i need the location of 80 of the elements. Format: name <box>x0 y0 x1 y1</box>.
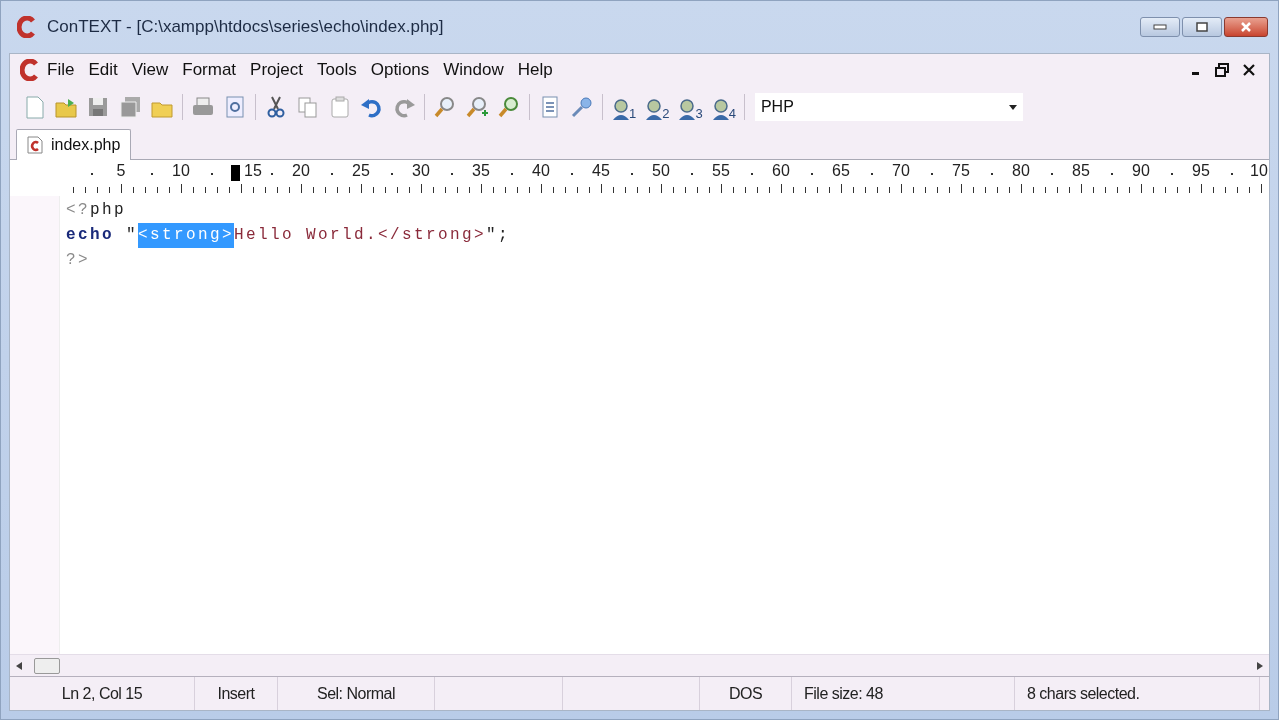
file-tab[interactable]: index.php <box>16 129 132 160</box>
status-text: File size: 48 <box>804 683 883 704</box>
code-token: <? <box>66 200 90 221</box>
user-button[interactable]: 1 <box>611 94 637 120</box>
status-text: DOS <box>728 683 763 704</box>
user-icon <box>611 98 629 120</box>
ruler-number: 20 <box>292 163 310 179</box>
language-dropdown[interactable]: PHP <box>754 93 1023 121</box>
ruler-number: 40 <box>532 163 550 179</box>
dropdown-arrow-icon <box>1008 104 1017 110</box>
user-button[interactable]: 2 <box>644 94 670 120</box>
replace-icon[interactable] <box>497 95 521 119</box>
pin-icon[interactable] <box>570 95 594 119</box>
user-icon <box>677 98 696 120</box>
restore-button[interactable] <box>1182 17 1222 37</box>
minimize-button[interactable] <box>1140 17 1180 37</box>
menu-item[interactable]: Format <box>175 55 244 85</box>
ruler-number: 10 <box>172 163 190 179</box>
code-token: Hello World.</strong> <box>234 225 487 246</box>
scroll-left-icon[interactable] <box>16 661 22 670</box>
code-token: echo <box>66 225 114 246</box>
status-text: Sel: Normal <box>316 683 396 704</box>
code-token: "; <box>486 225 511 246</box>
menu-item[interactable]: View <box>124 55 176 85</box>
app-menu-icon <box>20 59 40 81</box>
ruler-number: 5 <box>116 163 126 179</box>
ruler-number: 65 <box>832 163 850 179</box>
ruler-number: 90 <box>1132 163 1150 179</box>
menu-item[interactable]: Help <box>510 55 560 85</box>
copy-icon[interactable] <box>296 95 320 119</box>
window-title: ConTEXT - [C:\xampp\htdocs\series\echo\index.php] <box>47 16 445 39</box>
php-file-icon <box>27 136 43 154</box>
ruler-number: 75 <box>952 163 970 179</box>
close-icon[interactable] <box>1243 64 1255 76</box>
search-icon[interactable] <box>433 95 457 119</box>
user-button[interactable]: 4 <box>710 94 736 120</box>
app-logo-icon <box>17 16 37 38</box>
user-button[interactable]: 3 <box>677 94 703 120</box>
close-icon <box>1240 22 1252 32</box>
ruler-number: 80 <box>1012 163 1030 179</box>
paste-icon[interactable] <box>328 95 352 119</box>
status-text: 8 chars selected. <box>1027 683 1140 704</box>
menu-item[interactable]: Project <box>243 55 310 85</box>
ruler-number: 10 <box>1250 163 1268 179</box>
save-icon[interactable] <box>86 95 110 119</box>
restore-icon <box>1196 22 1208 32</box>
user-icon <box>644 98 663 120</box>
code-token: ?> <box>66 250 90 271</box>
ruler-number: 95 <box>1192 163 1210 179</box>
status-text: Ln 2, Col 15 <box>61 683 143 704</box>
ruler-number: 50 <box>652 163 670 179</box>
ruler-number: 85 <box>1072 163 1090 179</box>
save-all-icon[interactable] <box>118 95 142 119</box>
ruler-number: 55 <box>712 163 730 179</box>
menu-item[interactable]: Edit <box>81 55 125 85</box>
menu-item[interactable]: File <box>40 55 82 85</box>
scroll-thumb[interactable] <box>34 657 60 674</box>
restore-icon[interactable] <box>1215 63 1229 77</box>
ruler-number: 35 <box>472 163 490 179</box>
print-preview-icon[interactable] <box>223 95 247 119</box>
ruler-number: 25 <box>352 163 370 179</box>
search-next-icon[interactable] <box>465 95 489 119</box>
menu-item[interactable]: Window <box>436 55 511 85</box>
user-icon <box>710 98 729 120</box>
code-token: " <box>125 225 139 246</box>
scroll-right-icon[interactable] <box>1257 661 1263 670</box>
ruler-number: 60 <box>772 163 790 179</box>
horizontal-scrollbar[interactable] <box>10 654 1269 676</box>
ruler-number: 70 <box>892 163 910 179</box>
close-button[interactable] <box>1224 17 1268 37</box>
cursor-marker <box>231 165 240 181</box>
code-token: <strong> <box>138 223 235 248</box>
ruler-number: 15 <box>244 163 262 179</box>
ruler-number: 30 <box>412 163 430 179</box>
minimize-icon <box>1153 24 1167 30</box>
menu-item[interactable]: Options <box>363 55 437 85</box>
code-token: php <box>90 200 127 221</box>
ruler-number: 45 <box>592 163 610 179</box>
status-text: Insert <box>217 683 255 704</box>
menu-item[interactable]: Tools <box>310 55 364 85</box>
